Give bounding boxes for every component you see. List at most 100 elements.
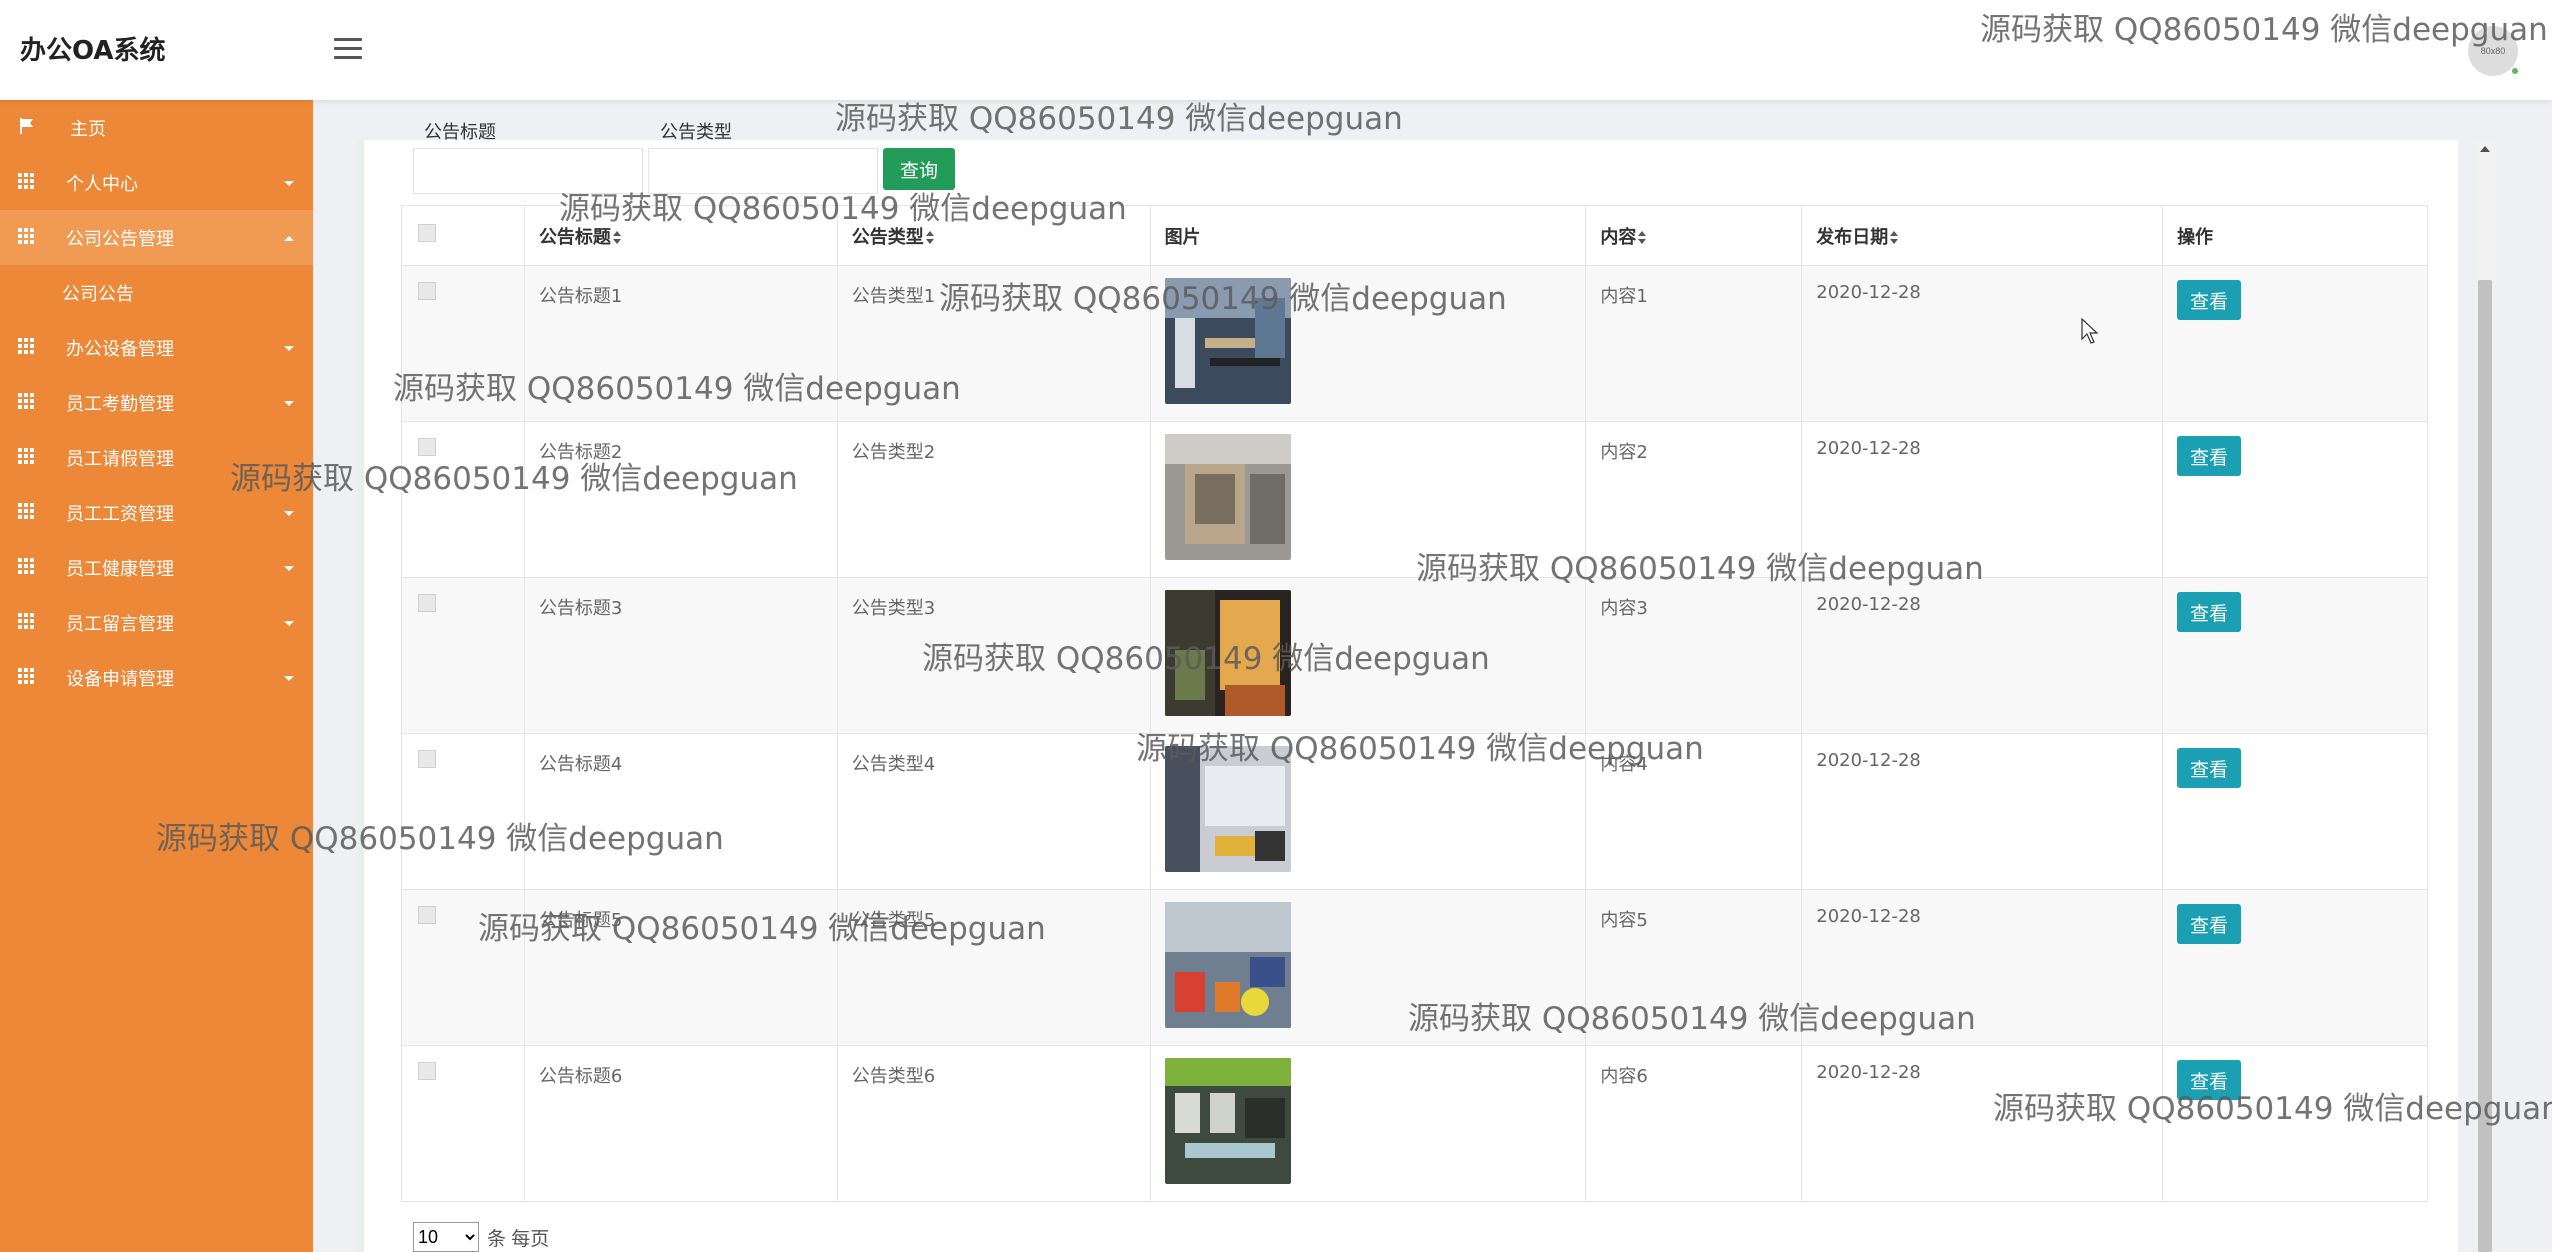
row-checkbox[interactable]	[418, 750, 436, 768]
scroll-thumb[interactable]	[2478, 280, 2492, 1252]
row-checkbox[interactable]	[418, 594, 436, 612]
cell-title: 公告标题3	[523, 577, 838, 734]
sidebar-item-salary-management[interactable]: 员工工资管理	[0, 485, 313, 540]
cell-content: 内容6	[1585, 1045, 1803, 1202]
search-type-input[interactable]	[648, 148, 878, 194]
grid-icon	[18, 558, 34, 574]
office-photo-thumbnail[interactable]	[1164, 902, 1291, 1028]
sidebar-item-label: 个人中心	[66, 173, 138, 195]
page-size-suffix: 条 每页	[487, 1228, 550, 1250]
cell-type: 公告类型3	[836, 577, 1151, 734]
table-row: 公告标题6 公告类型6 内容6 2020-12-28 查看	[401, 1045, 2428, 1202]
search-label-title: 公告标题	[424, 122, 496, 142]
sidebar-item-label: 设备申请管理	[66, 668, 174, 690]
cell-date: 2020-12-28	[1801, 733, 2164, 890]
column-header-image: 图片	[1149, 205, 1587, 266]
chevron-down-icon	[284, 676, 294, 681]
sidebar-item-message-management[interactable]: 员工留言管理	[0, 595, 313, 650]
office-photo-thumbnail[interactable]	[1164, 434, 1291, 560]
cell-date: 2020-12-28	[1801, 265, 2164, 422]
chevron-down-icon	[284, 566, 294, 571]
column-header-type[interactable]: 公告类型	[836, 205, 1151, 266]
chevron-down-icon	[284, 621, 294, 626]
cell-date: 2020-12-28	[1801, 1045, 2164, 1202]
table-row: 公告标题4 公告类型4 内容4 2020-12-28 查看	[401, 733, 2428, 890]
view-button[interactable]: 查看	[2177, 280, 2242, 320]
cell-title: 公告标题1	[523, 265, 838, 422]
sidebar-item-label: 员工留言管理	[66, 613, 174, 635]
cell-content: 内容1	[1585, 265, 1803, 422]
column-header-date[interactable]: 发布日期	[1801, 205, 2164, 266]
view-button[interactable]: 查看	[2177, 748, 2242, 788]
online-status-dot	[2510, 66, 2520, 76]
office-photo-thumbnail[interactable]	[1164, 590, 1291, 716]
grid-icon	[18, 173, 34, 189]
grid-icon	[18, 228, 34, 244]
column-header-title[interactable]: 公告标题	[523, 205, 838, 266]
office-photo-thumbnail[interactable]	[1164, 746, 1291, 872]
scroll-up-icon[interactable]	[2480, 146, 2490, 152]
search-title-input[interactable]	[413, 148, 643, 194]
cell-type: 公告类型1	[836, 265, 1151, 422]
flag-icon	[20, 118, 33, 134]
chevron-down-icon	[284, 511, 294, 516]
sort-icon[interactable]	[1890, 230, 1899, 245]
select-all-checkbox[interactable]	[418, 224, 436, 242]
top-bar: 办公OA系统 80x80	[0, 0, 2552, 100]
cell-type: 公告类型5	[836, 889, 1151, 1046]
view-button[interactable]: 查看	[2177, 436, 2242, 476]
row-checkbox[interactable]	[418, 1062, 436, 1080]
table-header-row: 公告标题 公告类型 图片 内容 发布日期 操作	[401, 205, 2428, 266]
sidebar: 主页 个人中心 公司公告管理 公司公告 办公设备管理 员工考勤管理 员工请假管理…	[0, 100, 313, 1252]
chevron-up-icon	[284, 236, 294, 241]
menu-toggle-icon[interactable]	[334, 38, 362, 60]
sidebar-item-equipment-management[interactable]: 办公设备管理	[0, 320, 313, 375]
sidebar-item-home[interactable]: 主页	[0, 100, 313, 155]
cell-title: 公告标题2	[523, 421, 838, 578]
column-header-content[interactable]: 内容	[1585, 205, 1803, 266]
search-label-type: 公告类型	[660, 122, 732, 142]
sidebar-item-leave-management[interactable]: 员工请假管理	[0, 430, 313, 485]
sidebar-item-label: 公司公告管理	[66, 228, 174, 250]
cell-title: 公告标题5	[523, 889, 838, 1046]
cell-content: 内容2	[1585, 421, 1803, 578]
sidebar-item-health-management[interactable]: 员工健康管理	[0, 540, 313, 595]
cell-date: 2020-12-28	[1801, 421, 2164, 578]
row-checkbox[interactable]	[418, 438, 436, 456]
chevron-down-icon	[284, 346, 294, 351]
sidebar-item-personal-center[interactable]: 个人中心	[0, 155, 313, 210]
sidebar-item-label: 员工考勤管理	[66, 393, 174, 415]
sidebar-item-announcement-management[interactable]: 公司公告管理	[0, 210, 313, 265]
grid-icon	[18, 668, 34, 684]
page-size-select[interactable]: 10	[413, 1222, 479, 1252]
row-checkbox[interactable]	[418, 282, 436, 300]
sort-icon[interactable]	[925, 230, 934, 245]
sort-icon[interactable]	[1638, 230, 1647, 245]
grid-icon	[18, 503, 34, 519]
office-photo-thumbnail[interactable]	[1164, 1058, 1291, 1184]
view-button[interactable]: 查看	[2177, 904, 2242, 944]
cell-title: 公告标题4	[523, 733, 838, 890]
row-checkbox[interactable]	[418, 906, 436, 924]
scrollbar[interactable]	[2474, 140, 2496, 1252]
select-all-cell	[401, 205, 525, 266]
cell-type: 公告类型4	[836, 733, 1151, 890]
grid-icon	[18, 448, 34, 464]
cell-date: 2020-12-28	[1801, 577, 2164, 734]
sidebar-item-attendance-management[interactable]: 员工考勤管理	[0, 375, 313, 430]
table-row: 公告标题5 公告类型5 内容5 2020-12-28 查看	[401, 889, 2428, 1046]
sidebar-item-label: 员工工资管理	[66, 503, 174, 525]
view-button[interactable]: 查看	[2177, 592, 2242, 632]
sidebar-subitem-announcements[interactable]: 公司公告	[0, 265, 313, 320]
query-button[interactable]: 查询	[883, 148, 955, 190]
table-row: 公告标题2 公告类型2 内容2 2020-12-28 查看	[401, 421, 2428, 578]
sort-icon[interactable]	[612, 230, 621, 245]
cell-content: 内容4	[1585, 733, 1803, 890]
grid-icon	[18, 393, 34, 409]
cell-date: 2020-12-28	[1801, 889, 2164, 1046]
sidebar-item-equipment-request-management[interactable]: 设备申请管理	[0, 650, 313, 705]
table-row: 公告标题3 公告类型3 内容3 2020-12-28 查看	[401, 577, 2428, 734]
office-photo-thumbnail[interactable]	[1164, 278, 1291, 404]
view-button[interactable]: 查看	[2177, 1060, 2242, 1100]
grid-icon	[18, 338, 34, 354]
